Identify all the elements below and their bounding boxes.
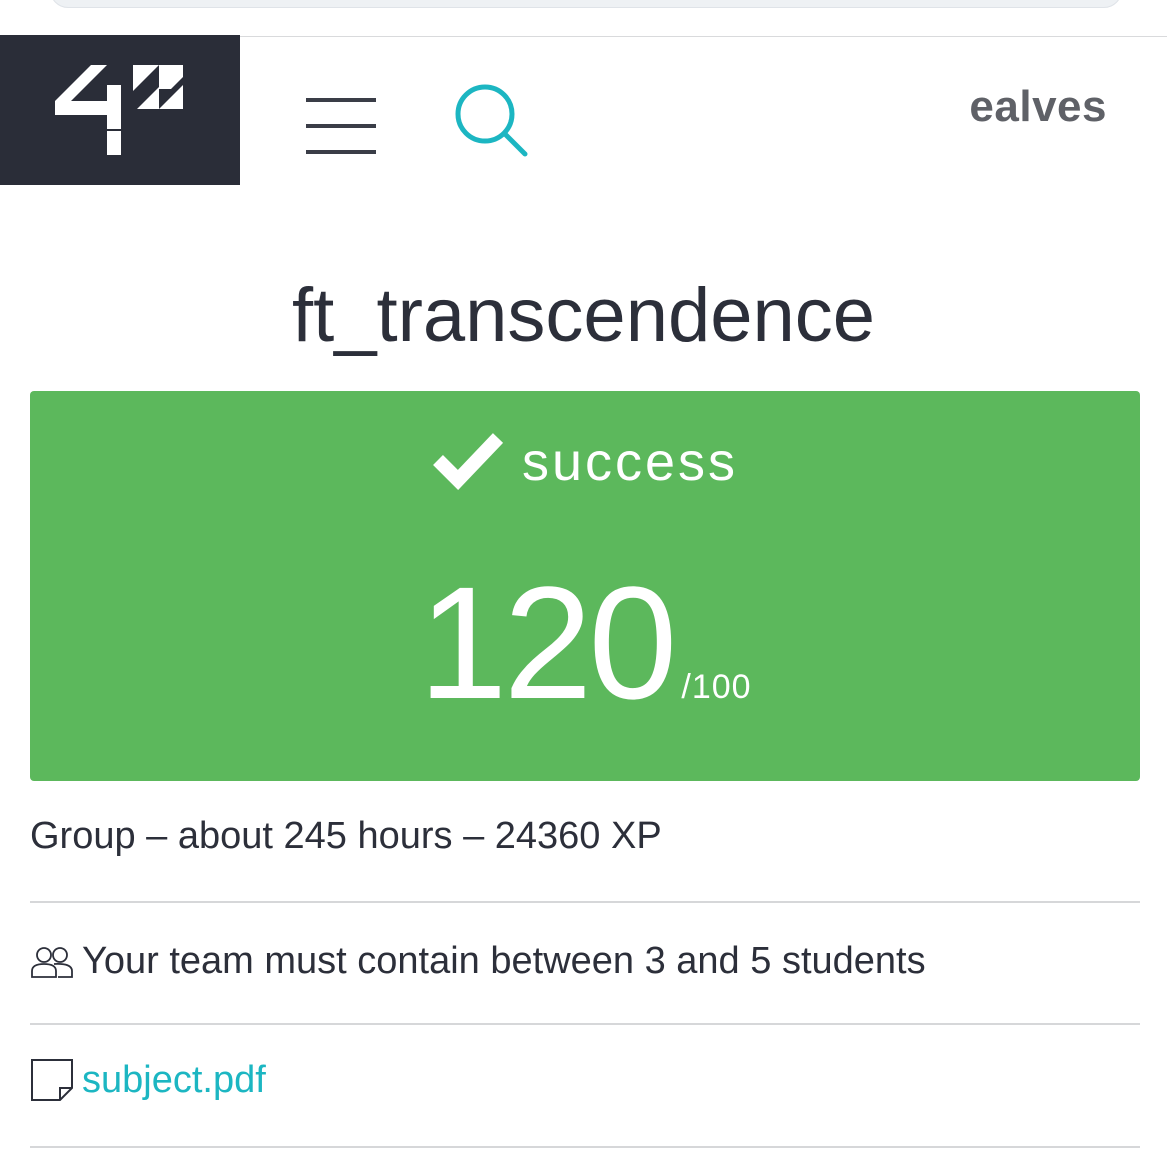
project-status-card: success 120 /100 [30,391,1140,781]
team-requirement-text: Your team must contain between 3 and 5 s… [82,940,926,982]
project-summary: Group – about 245 hours – 24360 XP [30,815,1140,858]
browser-top-strip [0,0,1167,37]
attachment-row: subject.pdf [30,1058,1140,1102]
score: 120 /100 [30,563,1140,723]
address-bar[interactable] [50,0,1122,8]
team-icon [31,946,73,978]
team-requirement: Your team must contain between 3 and 5 s… [30,940,1140,983]
project-summary-text: Group – about 245 hours – 24360 XP [30,815,662,857]
page-title: ft_transcendence [291,273,876,358]
score-max: /100 [681,668,752,706]
hamburger-icon [306,98,376,154]
status-line: success [30,431,1140,493]
logo-42-icon [55,65,183,155]
divider [30,901,1140,903]
42-logo[interactable] [0,35,240,185]
score-value: 120 [418,553,677,732]
document-icon [31,1059,73,1101]
user-name[interactable]: ealves [969,82,1107,132]
divider [30,1023,1140,1025]
hamburger-menu-button[interactable] [300,92,380,162]
subject-pdf-link[interactable]: subject.pdf [82,1059,266,1102]
search-icon [455,84,528,157]
search-button[interactable] [450,80,535,160]
divider [30,1146,1140,1148]
status-label: success [521,432,739,492]
checkmark-icon [433,433,504,490]
